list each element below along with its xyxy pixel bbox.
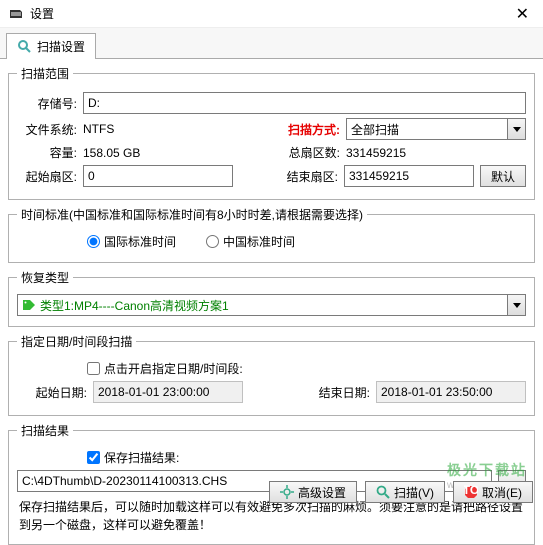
filesystem-label: 文件系统: — [17, 121, 77, 138]
tab-label: 扫描设置 — [37, 38, 85, 55]
radio-china[interactable]: 中国标准时间 — [206, 233, 295, 250]
recover-type-select[interactable]: 类型1:MP4----Canon高清视频方案1 — [17, 294, 508, 316]
end-date-label: 结束日期: — [310, 384, 370, 401]
recover-type-dropdown-button[interactable] — [508, 294, 526, 316]
window-title: 设置 — [30, 5, 510, 22]
stop-icon: STOP — [464, 485, 478, 499]
recover-type-group: 恢复类型 类型1:MP4----Canon高清视频方案1 — [8, 269, 535, 327]
end-sector-input[interactable] — [344, 165, 474, 187]
scan-result-legend: 扫描结果 — [17, 422, 73, 439]
time-standard-legend: 时间标准(中国标准和国际标准时间有8小时时差,请根据需要选择) — [17, 206, 367, 223]
start-sector-label: 起始扇区: — [17, 168, 77, 185]
tab-scan-settings[interactable]: 扫描设置 — [6, 33, 96, 59]
capacity-label: 容量: — [17, 144, 77, 161]
start-date-label: 起始日期: — [17, 384, 87, 401]
radio-china-input[interactable] — [206, 235, 219, 248]
cancel-button[interactable]: STOP 取消(E) — [453, 481, 533, 503]
save-result-checkbox[interactable] — [87, 451, 100, 464]
close-button[interactable]: ✕ — [510, 4, 535, 24]
total-sectors-value: 331459215 — [346, 146, 526, 160]
filesystem-value: NTFS — [83, 122, 193, 136]
tag-icon — [22, 299, 36, 311]
recover-type-legend: 恢复类型 — [17, 269, 73, 286]
bottom-button-bar: 高级设置 扫描(V) STOP 取消(E) — [269, 481, 533, 503]
save-result-checkbox-wrap[interactable]: 保存扫描结果: — [87, 449, 179, 466]
scan-method-dropdown-button[interactable] — [508, 118, 526, 140]
radio-international-input[interactable] — [87, 235, 100, 248]
tab-bar: 扫描设置 — [0, 28, 543, 59]
total-sectors-label: 总扇区数: — [280, 144, 340, 161]
gear-icon — [280, 485, 294, 499]
recover-type-value: 类型1:MP4----Canon高清视频方案1 — [40, 297, 229, 314]
storage-input[interactable] — [83, 92, 526, 114]
scan-range-legend: 扫描范围 — [17, 65, 73, 82]
start-sector-input[interactable] — [83, 165, 233, 187]
magnifier-gear-icon — [17, 39, 33, 55]
radio-international[interactable]: 国际标准时间 — [87, 233, 176, 250]
title-bar: 设置 ✕ — [0, 0, 543, 28]
storage-label: 存储号: — [17, 95, 77, 112]
capacity-value: 158.05 GB — [83, 146, 193, 160]
scan-method-select[interactable]: 全部扫描 — [346, 118, 508, 140]
enable-date-range-checkbox[interactable] — [87, 362, 100, 375]
scan-method-label: 扫描方式: — [288, 121, 340, 138]
advanced-settings-button[interactable]: 高级设置 — [269, 481, 357, 503]
scan-button[interactable]: 扫描(V) — [365, 481, 445, 503]
default-button[interactable]: 默认 — [480, 165, 526, 187]
scan-range-group: 扫描范围 存储号: 文件系统: NTFS 扫描方式: 全部扫描 容量: 158.… — [8, 65, 535, 200]
magnifier-icon — [376, 485, 390, 499]
end-sector-label: 结束扇区: — [278, 168, 338, 185]
time-standard-group: 时间标准(中国标准和国际标准时间有8小时时差,请根据需要选择) 国际标准时间 中… — [8, 206, 535, 263]
date-range-legend: 指定日期/时间段扫描 — [17, 333, 136, 350]
svg-text:STOP: STOP — [464, 485, 478, 497]
app-icon — [8, 6, 24, 22]
date-range-group: 指定日期/时间段扫描 点击开启指定日期/时间段: 起始日期: 结束日期: — [8, 333, 535, 416]
start-date-input — [93, 381, 243, 403]
end-date-input — [376, 381, 526, 403]
enable-date-range[interactable]: 点击开启指定日期/时间段: — [87, 360, 243, 377]
